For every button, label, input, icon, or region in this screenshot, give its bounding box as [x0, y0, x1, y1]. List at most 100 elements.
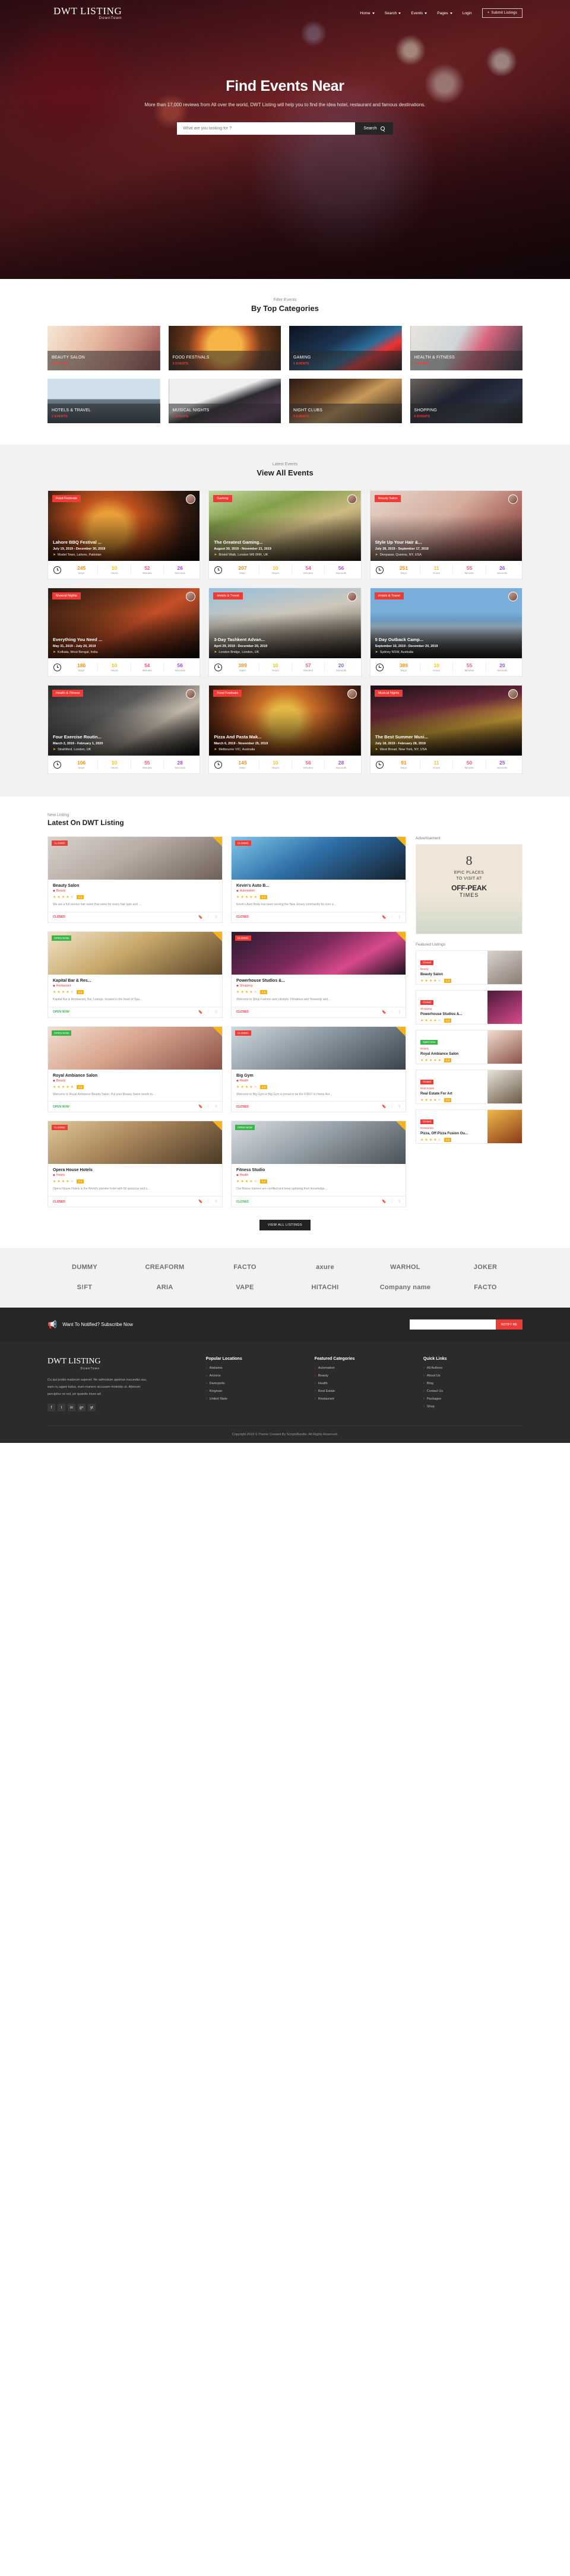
featured-card[interactable]: Closed Beauty Beauty Salon ★ ★ ★ ★ ★ 4.3	[416, 950, 522, 985]
social-icon-t[interactable]: t	[58, 1404, 65, 1412]
share-icon[interactable]: ⇪	[398, 1105, 401, 1109]
footer-link[interactable]: › Packages	[423, 1397, 522, 1401]
brand-logo[interactable]: CREAFORM	[145, 1264, 185, 1271]
footer-link[interactable]: › About Us	[423, 1374, 522, 1378]
nav-item-pages[interactable]: Pages	[437, 11, 452, 15]
notify-me-button[interactable]: NOTIFY ME	[495, 1319, 522, 1330]
event-card[interactable]: Musical Nights Everything You Need ... M…	[48, 588, 201, 677]
footer-link[interactable]: › Restaurant	[315, 1397, 414, 1401]
main-nav[interactable]: Home Search Events Pages Login + Submit …	[360, 8, 522, 18]
brand-logo[interactable]: FACTO	[233, 1264, 256, 1271]
social-icon-yt[interactable]: yt	[88, 1404, 96, 1412]
footer-logo[interactable]: DWT LISTING DownTown	[48, 1357, 197, 1371]
event-card[interactable]: Food Festivals Pizza And Pasta Mak... Ma…	[208, 685, 362, 774]
event-card[interactable]: Gaming The Greatest Gaming... August 30,…	[208, 490, 362, 579]
heart-icon[interactable]: ♡	[207, 1105, 210, 1109]
share-icon[interactable]: ⇪	[214, 915, 217, 919]
heart-icon[interactable]: ♡	[207, 1010, 210, 1014]
nav-item-login[interactable]: Login	[463, 11, 472, 15]
bookmark-icon[interactable]: 🔖	[198, 1200, 202, 1204]
submit-listings-button[interactable]: + Submit Listings	[482, 8, 522, 18]
footer-link[interactable]: › Contact Us	[423, 1389, 522, 1393]
footer-link[interactable]: › Alabama	[206, 1366, 305, 1370]
bookmark-icon[interactable]: 🔖	[382, 915, 386, 919]
listing-card[interactable]: CLOSED Kevin's Auto B... ◆ Automation ★ ★…	[231, 836, 406, 923]
footer-link[interactable]: › Kingman	[206, 1389, 305, 1393]
heart-icon[interactable]: ♡	[391, 1200, 394, 1204]
social-icon-g+[interactable]: g+	[78, 1404, 86, 1412]
heart-icon[interactable]: ♡	[391, 1010, 394, 1014]
view-all-listings-button[interactable]: VIEW ALL LISTINGS	[48, 1218, 522, 1230]
category-card[interactable]: HEALTH & FITNESS 1 EVENTS	[410, 326, 522, 370]
brand-logo[interactable]: ARIA	[156, 1284, 173, 1291]
heart-icon[interactable]: ♡	[391, 1105, 394, 1109]
category-card[interactable]: BEAUTY SALON 1 EVENTS	[48, 326, 160, 370]
bookmark-icon[interactable]: 🔖	[198, 1105, 202, 1109]
footer-link[interactable]: › Health	[315, 1382, 414, 1385]
event-card[interactable]: Musical Nights The Best Summer Musi... J…	[369, 685, 522, 774]
subscribe-form[interactable]: NOTIFY ME	[409, 1319, 522, 1330]
share-icon[interactable]: ⇪	[398, 1010, 401, 1014]
listing-card[interactable]: OPEN NOW Kapital Bar & Res... ◆ Restaura…	[48, 931, 223, 1018]
nav-item-events[interactable]: Events	[411, 11, 428, 15]
event-card[interactable]: Health & Fitness Four Exercise Routin...…	[48, 685, 201, 774]
category-card[interactable]: MUSICAL NIGHTS 2 EVENTS	[168, 379, 281, 423]
featured-card[interactable]: Closed Real Estate Real Estate For Art ★…	[416, 1070, 522, 1104]
share-icon[interactable]: ⇪	[214, 1200, 217, 1204]
category-card[interactable]: GAMING 1 EVENTS	[289, 326, 402, 370]
featured-card[interactable]: Closed Shopping Powerhouse Studios &... …	[416, 990, 522, 1024]
brand-logo[interactable]: HITACHI	[312, 1284, 339, 1291]
listing-card[interactable]: OPEN NOW Fitness Studio ◆ Health ★ ★ ★ ★ ★ 4.…	[231, 1121, 406, 1207]
listing-card[interactable]: CLOSED Beauty Salon ◆ Beauty ★ ★ ★ ★ ★ 4.3 We…	[48, 836, 223, 923]
footer-link[interactable]: › United State	[206, 1397, 305, 1401]
footer-link[interactable]: › All Authors	[423, 1366, 522, 1370]
subscribe-email-input[interactable]	[409, 1319, 496, 1330]
heart-icon[interactable]: ♡	[207, 915, 210, 919]
social-icon-in[interactable]: in	[68, 1404, 75, 1412]
brand-logo[interactable]: WARHOL	[390, 1264, 420, 1271]
nav-item-search[interactable]: Search	[385, 11, 401, 15]
category-card[interactable]: NIGHT CLUBS 0 EVENTS	[289, 379, 402, 423]
listing-card[interactable]: CLOSED Opera House Hotels ◆ Hotels ★ ★ ★ ★ ★…	[48, 1121, 223, 1207]
social-icon-f[interactable]: f	[48, 1404, 55, 1412]
listing-card[interactable]: CLOSED Big Gym ◆ Health ★ ★ ★ ★ ★ 4.0 Welcome…	[231, 1026, 406, 1113]
brand-logo[interactable]: JOKER	[474, 1264, 497, 1271]
event-card[interactable]: Hotels & Travel 5 Day Outback Camp... Se…	[369, 588, 522, 677]
brand-logo[interactable]: Company name	[380, 1284, 431, 1291]
brand-logo[interactable]: DUMMY	[72, 1264, 97, 1271]
bookmark-icon[interactable]: 🔖	[198, 1010, 202, 1014]
share-icon[interactable]: ⇪	[398, 1200, 401, 1204]
bookmark-icon[interactable]: 🔖	[382, 1105, 386, 1109]
footer-link[interactable]: › Shop	[423, 1405, 522, 1408]
brand-logo[interactable]: FACTO	[474, 1284, 497, 1291]
hero-search[interactable]: Search	[48, 122, 522, 135]
footer-link[interactable]: › Arizona	[206, 1374, 305, 1378]
social-links[interactable]: f t in g+ yt	[48, 1404, 197, 1412]
heart-icon[interactable]: ♡	[207, 1200, 210, 1204]
footer-link[interactable]: › Damopolis	[206, 1382, 305, 1385]
event-card[interactable]: Food Festivals Lahore BBQ Festival ... J…	[48, 490, 201, 579]
listing-card[interactable]: CLOSED Powerhouse Studios &... ◆ Shoppin…	[231, 931, 406, 1018]
featured-card[interactable]: Open Now Beauty Royal Ambiance Salon ★ ★ ★…	[416, 1030, 522, 1064]
share-icon[interactable]: ⇪	[214, 1105, 217, 1109]
event-card[interactable]: Hotels & Travel 3-Day Tashkent Advan... …	[208, 588, 362, 677]
share-icon[interactable]: ⇪	[214, 1010, 217, 1014]
footer-link[interactable]: › Blog	[423, 1382, 522, 1385]
brand-logo[interactable]: axure	[316, 1264, 334, 1271]
bookmark-icon[interactable]: 🔖	[382, 1200, 386, 1204]
search-input[interactable]	[177, 122, 356, 135]
brand-logo[interactable]: VAPE	[236, 1284, 254, 1291]
footer-link[interactable]: › Beauty	[315, 1374, 414, 1378]
search-button[interactable]: Search	[355, 122, 393, 135]
bookmark-icon[interactable]: 🔖	[198, 915, 202, 919]
featured-card[interactable]: Closed Restaurant Pizza, Off Pizza Fusio…	[416, 1109, 522, 1144]
category-card[interactable]: HOTELS & TRAVEL 2 EVENTS	[48, 379, 160, 423]
site-logo[interactable]: DWT LISTING DownTown	[48, 6, 122, 21]
advertisement-banner[interactable]: 8 EPIC PLACES TO VISIT AT OFF-PEAK TIMES	[416, 844, 522, 934]
heart-icon[interactable]: ♡	[391, 915, 394, 919]
listing-card[interactable]: OPEN NOW Royal Ambiance Salon ◆ Beauty ★…	[48, 1026, 223, 1113]
brand-logo[interactable]: S!FT	[77, 1284, 93, 1291]
bookmark-icon[interactable]: 🔖	[382, 1010, 386, 1014]
category-card[interactable]: FOOD FESTIVALS 2 EVENTS	[168, 326, 281, 370]
nav-item-home[interactable]: Home	[360, 11, 375, 15]
